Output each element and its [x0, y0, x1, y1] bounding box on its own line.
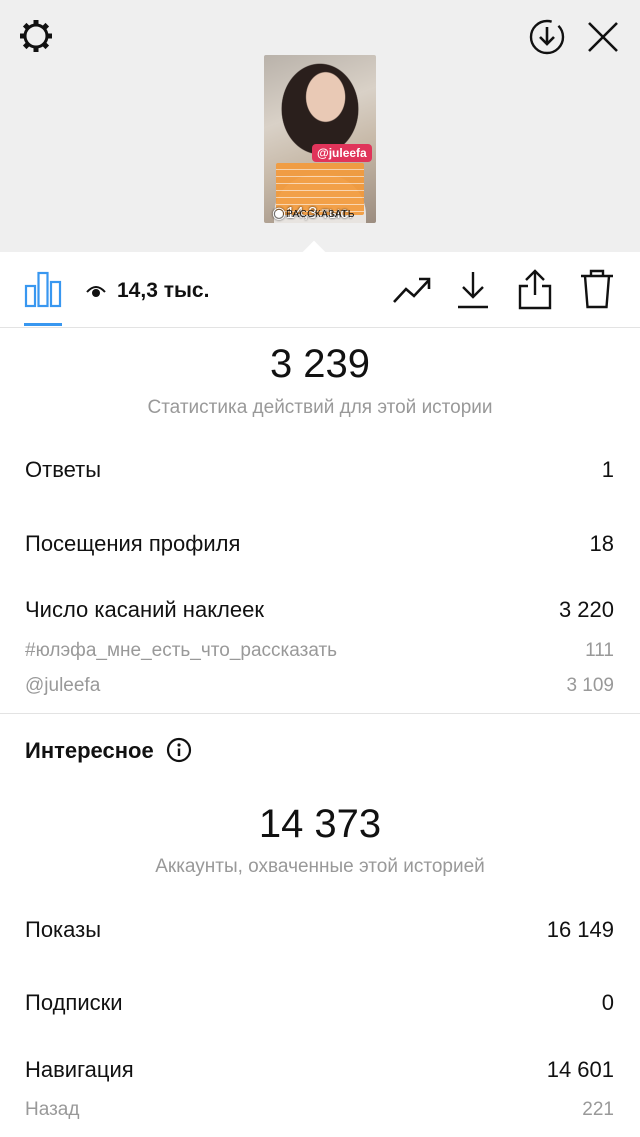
stat-label-navigation: Навигация	[25, 1057, 134, 1082]
share-icon[interactable]	[517, 268, 553, 310]
mention-sticker: @juleefa	[312, 144, 372, 162]
download-circle-icon[interactable]	[526, 16, 568, 58]
reach-subtitle: Аккаунты, охваченные этой историей	[155, 856, 485, 877]
sticker-mention-value: 3 109	[566, 675, 614, 696]
sticker-hashtag-label: #юлэфа_мне_есть_что_рассказать	[25, 640, 338, 661]
story-toolbar: 14,3 тыс.	[0, 252, 640, 328]
discovery-title: Интересное	[25, 737, 192, 764]
stat-label-impressions: Показы	[25, 917, 102, 942]
section-divider	[0, 713, 640, 714]
bar-chart-icon[interactable]	[24, 270, 62, 308]
stat-label-sticker-taps: Число касаний наклеек	[25, 597, 264, 622]
discovery-title-text: Интересное	[25, 738, 154, 763]
info-icon[interactable]	[166, 737, 192, 763]
stat-value-replies: 1	[601, 457, 614, 482]
stat-value-follows: 0	[601, 990, 614, 1015]
trending-icon[interactable]	[392, 274, 432, 306]
eye-icon	[86, 286, 106, 297]
settings-gear-icon[interactable]	[15, 15, 57, 57]
sticker-mention-label: @juleefa	[25, 675, 101, 696]
nav-back-label: Назад	[25, 1099, 80, 1120]
stat-label-follows: Подписки	[25, 990, 123, 1015]
stat-label-replies: Ответы	[25, 457, 102, 482]
reach-total: 14 373	[258, 802, 382, 846]
story-thumbnail[interactable]: @juleefa ◉14,3 тыс. РАССКАЗАТЬ	[264, 55, 376, 223]
interactions-subtitle: Статистика действий для этой истории	[147, 397, 493, 418]
stat-label-profile-visits: Посещения профиля	[25, 531, 241, 556]
stat-value-impressions: 16 149	[546, 917, 614, 942]
active-tab-indicator	[24, 323, 62, 326]
trash-icon[interactable]	[580, 268, 614, 310]
sticker-hashtag-value: 111	[585, 640, 614, 661]
story-cta: РАССКАЗАТЬ	[286, 209, 355, 220]
stat-value-profile-visits: 18	[589, 531, 614, 556]
story-preview-header: @juleefa ◉14,3 тыс. РАССКАЗАТЬ	[0, 0, 640, 252]
download-icon[interactable]	[456, 270, 490, 310]
views-count: 14,3 тыс.	[117, 279, 210, 302]
stat-value-sticker-taps: 3 220	[558, 597, 614, 622]
stat-value-navigation: 14 601	[546, 1057, 614, 1082]
close-icon[interactable]	[582, 16, 624, 58]
nav-back-value: 221	[582, 1099, 614, 1120]
interactions-total: 3 239	[269, 342, 371, 386]
